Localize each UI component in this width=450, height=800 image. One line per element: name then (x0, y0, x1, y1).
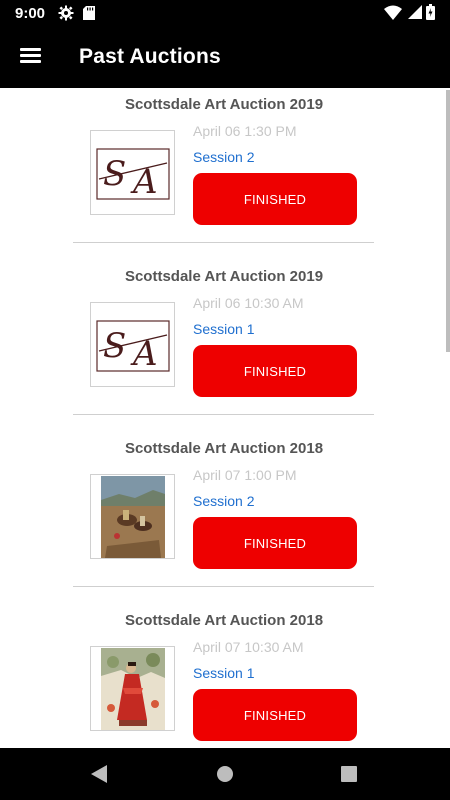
battery-icon (426, 4, 435, 20)
auction-thumbnail[interactable]: S A (90, 130, 175, 215)
app-bar: Past Auctions (0, 26, 450, 88)
auction-thumbnail[interactable] (90, 474, 175, 559)
auction-session-link[interactable]: Session 2 (193, 493, 254, 509)
auction-title: Scottsdale Art Auction 2019 (124, 96, 324, 113)
auction-title: Scottsdale Art Auction 2018 (124, 440, 324, 457)
back-triangle-icon[interactable] (91, 765, 107, 783)
sa-logo-icon: S A (95, 319, 170, 374)
menu-hamburger-icon[interactable] (20, 48, 41, 64)
divider (73, 242, 374, 243)
finished-status-button[interactable]: FINISHED (193, 517, 357, 569)
auction-card[interactable]: Scottsdale Art Auction 2018 April 07 1:0… (0, 432, 450, 604)
page-title: Past Auctions (79, 45, 221, 68)
sa-logo-icon: S A (95, 147, 170, 202)
finished-status-button[interactable]: FINISHED (193, 689, 357, 741)
auction-thumbnail[interactable] (90, 646, 175, 731)
divider (73, 586, 374, 587)
recent-apps-square-icon[interactable] (341, 766, 357, 782)
status-bar: 9:00 (0, 0, 450, 26)
auction-date: April 06 1:30 PM (193, 123, 297, 139)
auction-date: April 07 10:30 AM (193, 639, 304, 655)
finished-status-button[interactable]: FINISHED (193, 173, 357, 225)
wifi-icon (384, 5, 402, 20)
auction-title: Scottsdale Art Auction 2018 (124, 612, 324, 629)
painting-woman-red-dress-image (100, 647, 165, 730)
auction-session-link[interactable]: Session 1 (193, 665, 254, 681)
auction-session-link[interactable]: Session 1 (193, 321, 254, 337)
auction-thumbnail[interactable]: S A (90, 302, 175, 387)
painting-western-riders-image (100, 475, 165, 558)
home-circle-icon[interactable] (217, 766, 233, 782)
auction-session-link[interactable]: Session 2 (193, 149, 254, 165)
auction-date: April 06 10:30 AM (193, 295, 304, 311)
settings-gear-icon (58, 5, 74, 21)
divider (73, 414, 374, 415)
auction-card[interactable]: Scottsdale Art Auction 2018 April 07 10:… (0, 604, 450, 748)
auction-card[interactable]: Scottsdale Art Auction 2019 S A April 06… (0, 88, 450, 260)
cell-signal-icon (408, 5, 422, 19)
auction-card[interactable]: Scottsdale Art Auction 2019 S A April 06… (0, 260, 450, 432)
status-time: 9:00 (15, 5, 46, 22)
finished-status-button[interactable]: FINISHED (193, 345, 357, 397)
auction-title: Scottsdale Art Auction 2019 (124, 268, 324, 285)
system-navigation-bar (0, 748, 450, 800)
sd-card-icon (83, 6, 95, 20)
auction-list[interactable]: Scottsdale Art Auction 2019 S A April 06… (0, 88, 450, 748)
auction-date: April 07 1:00 PM (193, 467, 297, 483)
